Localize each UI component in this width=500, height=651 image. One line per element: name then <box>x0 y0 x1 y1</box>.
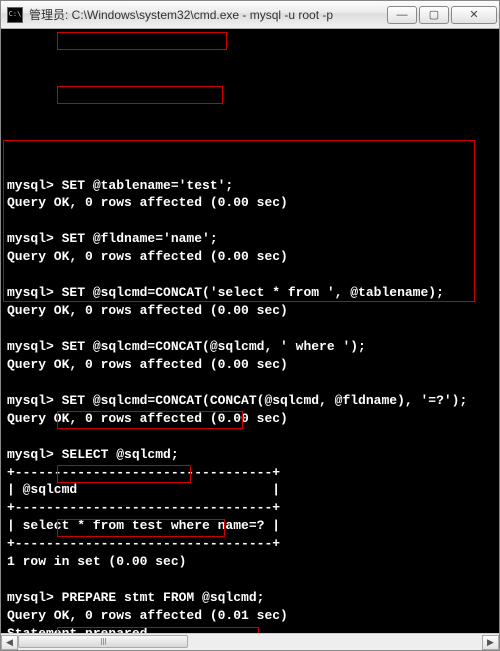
terminal-line <box>7 212 493 230</box>
terminal-line: +---------------------------------+ <box>7 464 493 482</box>
terminal-line <box>7 320 493 338</box>
minimize-button[interactable]: — <box>387 6 417 24</box>
terminal-line: Statement prepared <box>7 625 493 633</box>
terminal-line: Query OK, 0 rows affected (0.00 sec) <box>7 194 493 212</box>
highlight-box <box>57 86 223 104</box>
terminal-line: mysql> SET @sqlcmd=CONCAT('select * from… <box>7 284 493 302</box>
terminal-line <box>7 266 493 284</box>
terminal-line <box>7 571 493 589</box>
terminal-line: Query OK, 0 rows affected (0.00 sec) <box>7 248 493 266</box>
scroll-right-button[interactable]: ▶ <box>482 635 499 650</box>
window-title: 管理员: C:\Windows\system32\cmd.exe - mysql… <box>29 6 385 23</box>
terminal-line: mysql> PREPARE stmt FROM @sqlcmd; <box>7 589 493 607</box>
scroll-left-button[interactable]: ◀ <box>1 635 18 650</box>
terminal-line: mysql> SET @fldname='name'; <box>7 230 493 248</box>
terminal-line: mysql> SELECT @sqlcmd; <box>7 446 493 464</box>
horizontal-scrollbar[interactable]: ◀ ▶ <box>1 633 499 650</box>
window-titlebar: C:\ 管理员: C:\Windows\system32\cmd.exe - m… <box>1 1 499 29</box>
terminal-line <box>7 428 493 446</box>
terminal-line <box>7 374 493 392</box>
scroll-track[interactable] <box>18 635 482 650</box>
terminal-line: Query OK, 0 rows affected (0.00 sec) <box>7 410 493 428</box>
terminal-line: | @sqlcmd | <box>7 481 493 499</box>
terminal-line: mysql> SET @tablename='test'; <box>7 177 493 195</box>
grip-icon <box>101 638 106 645</box>
terminal-line: mysql> SET @sqlcmd=CONCAT(@sqlcmd, ' whe… <box>7 338 493 356</box>
terminal-line: +---------------------------------+ <box>7 499 493 517</box>
terminal-output[interactable]: mysql> SET @tablename='test';Query OK, 0… <box>1 29 499 633</box>
terminal-line: | select * from test where name=? | <box>7 517 493 535</box>
cmd-icon: C:\ <box>7 7 23 23</box>
terminal-line: +---------------------------------+ <box>7 535 493 553</box>
scroll-thumb[interactable] <box>18 635 188 648</box>
terminal-line: Query OK, 0 rows affected (0.00 sec) <box>7 356 493 374</box>
terminal-line: mysql> SET @sqlcmd=CONCAT(CONCAT(@sqlcmd… <box>7 392 493 410</box>
close-button[interactable]: ✕ <box>451 6 497 24</box>
highlight-box <box>57 32 227 50</box>
terminal-line: 1 row in set (0.00 sec) <box>7 553 493 571</box>
maximize-button[interactable]: ▢ <box>419 6 449 24</box>
terminal-line: Query OK, 0 rows affected (0.01 sec) <box>7 607 493 625</box>
window-buttons: — ▢ ✕ <box>385 6 497 24</box>
terminal-line: Query OK, 0 rows affected (0.00 sec) <box>7 302 493 320</box>
